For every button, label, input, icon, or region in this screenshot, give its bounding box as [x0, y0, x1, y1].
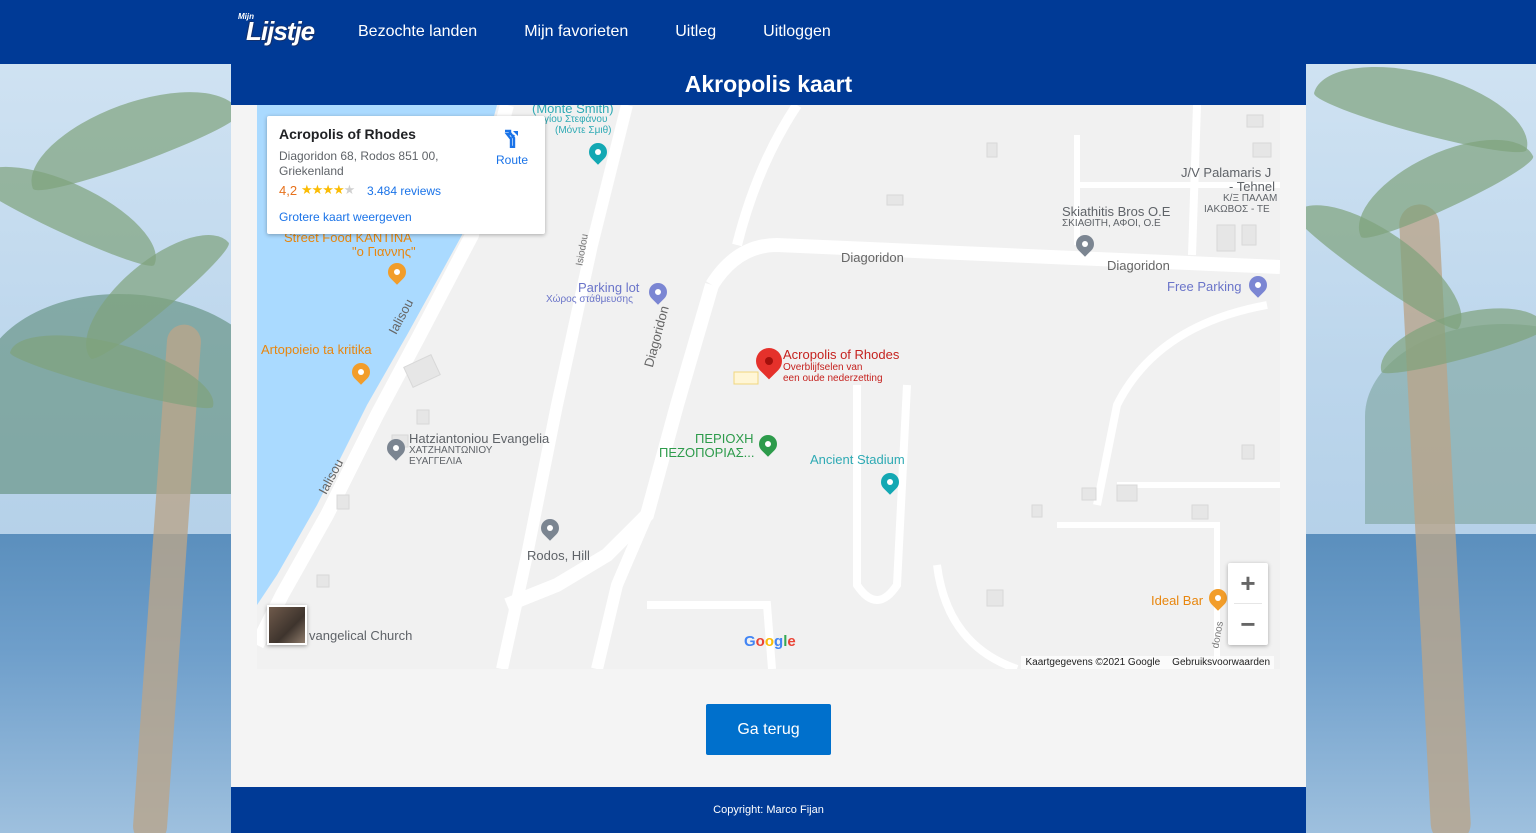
map-attribution: Kaartgegevens ©2021 Google Gebruiksvoorw…	[1021, 656, 1274, 669]
terms-link[interactable]: Gebruiksvoorwaarden	[1172, 657, 1270, 668]
bigger-map-link[interactable]: Grotere kaart weergeven	[279, 210, 412, 224]
label-skiathitis-gr: ΣΚΙΑΘΙΤΗ, ΑΦΟΙ, Ο.Ε	[1062, 218, 1161, 229]
back-button[interactable]: Ga terug	[706, 704, 831, 755]
label-palamaris-1: J/V Palamaris J	[1181, 165, 1272, 180]
zoom-out-button[interactable]: −	[1228, 604, 1268, 644]
label-palamaris-2: - Tehnel	[1229, 179, 1276, 194]
nav-uitloggen[interactable]: Uitloggen	[763, 23, 831, 41]
label-street-food-gr: "ο Γιαννης"	[352, 244, 416, 259]
nav-bezochte-landen[interactable]: Bezochte landen	[358, 23, 477, 41]
label-monte-smith-gr2: (Μόντε Σμιθ)	[555, 125, 612, 136]
label-hatziantoniou-gr1: ΧΑΤΖΗΑΝΤΩΝΙΟΥ	[409, 445, 493, 456]
page-title: Akropolis kaart	[684, 71, 853, 97]
background-right	[1305, 64, 1536, 833]
main-nav: Bezochte landen Mijn favorieten Uitleg U…	[358, 0, 831, 64]
label-acropolis-sub1: Overblijfselen van	[783, 362, 863, 373]
label-monte-smith-gr1: γίου Στεφάνου	[544, 114, 608, 125]
main-panel: Akropolis kaart (Monte Smith) γίου Στεφά…	[231, 64, 1306, 787]
label-acropolis: Acropolis of Rhodes	[783, 347, 900, 362]
site-logo[interactable]: Mijn Lijstje	[236, 10, 315, 50]
zoom-in-button[interactable]: +	[1228, 563, 1268, 603]
label-ancient-stadium: Ancient Stadium	[810, 452, 905, 467]
label-rodos-hill: Rodos, Hill	[527, 548, 590, 563]
route-link[interactable]: Route	[496, 153, 528, 167]
google-logo: Google	[744, 633, 796, 650]
label-periochi-2: ΠΕΖΟΠΟΡΙΑΣ...	[659, 445, 755, 460]
label-diagoridon-1: Diagoridon	[841, 250, 904, 265]
label-artopoieio: Artopoieio ta kritika	[261, 342, 372, 357]
reviews-link[interactable]: 3.484 reviews	[367, 184, 441, 198]
nav-mijn-favorieten[interactable]: Mijn favorieten	[524, 23, 628, 41]
label-hatziantoniou: Hatziantoniou Evangelia	[409, 431, 550, 446]
label-parking-lot: Parking lot	[578, 280, 640, 295]
place-info-card: Acropolis of Rhodes Diagoridon 68, Rodos…	[267, 116, 545, 234]
rating-stars-icon: ★★★★★	[301, 182, 355, 197]
label-diagoridon-2: Diagoridon	[1107, 258, 1170, 273]
label-periochi-1: ΠΕΡΙΟΧΗ	[695, 431, 754, 446]
google-map[interactable]: (Monte Smith) γίου Στεφάνου (Μόντε Σμιθ)…	[257, 105, 1280, 669]
label-parking-lot-gr: Χώρος στάθμευσης	[546, 294, 633, 305]
page-footer: Copyright: Marco Fijan	[231, 787, 1306, 833]
label-acropolis-sub2: een oude nederzetting	[783, 373, 883, 384]
map-data-credit: Kaartgegevens ©2021 Google	[1025, 657, 1161, 668]
place-name: Acropolis of Rhodes	[279, 126, 416, 142]
zoom-controls: + −	[1228, 563, 1268, 645]
label-palamaris-4: ΙΑΚΩΒΟΣ - ΤΕ	[1204, 204, 1270, 215]
label-skiathitis: Skiathitis Bros O.E	[1062, 204, 1171, 219]
nav-uitleg[interactable]: Uitleg	[675, 23, 716, 41]
title-bar: Akropolis kaart	[231, 64, 1306, 105]
directions-icon[interactable]	[501, 128, 521, 148]
logo-big-text: Lijstje	[246, 16, 315, 46]
label-hatziantoniou-gr2: ΕΥΑΓΓΕΛΙΑ	[409, 456, 463, 467]
copyright-text: Copyright: Marco Fijan	[713, 804, 824, 816]
label-evangelical-church: vangelical Church	[309, 628, 413, 643]
label-ideal-bar: Ideal Bar	[1151, 593, 1204, 608]
top-navbar: Mijn Lijstje Bezochte landen Mijn favori…	[0, 0, 1536, 64]
place-address: Diagoridon 68, Rodos 851 00, Griekenland	[279, 149, 439, 178]
background-left	[0, 64, 232, 833]
label-palamaris-3: Κ/Ξ ΠΑΛΑΜ	[1223, 193, 1278, 204]
street-view-thumbnail[interactable]	[267, 605, 307, 645]
place-rating: 4,2	[279, 183, 298, 198]
label-free-parking: Free Parking	[1167, 279, 1242, 294]
